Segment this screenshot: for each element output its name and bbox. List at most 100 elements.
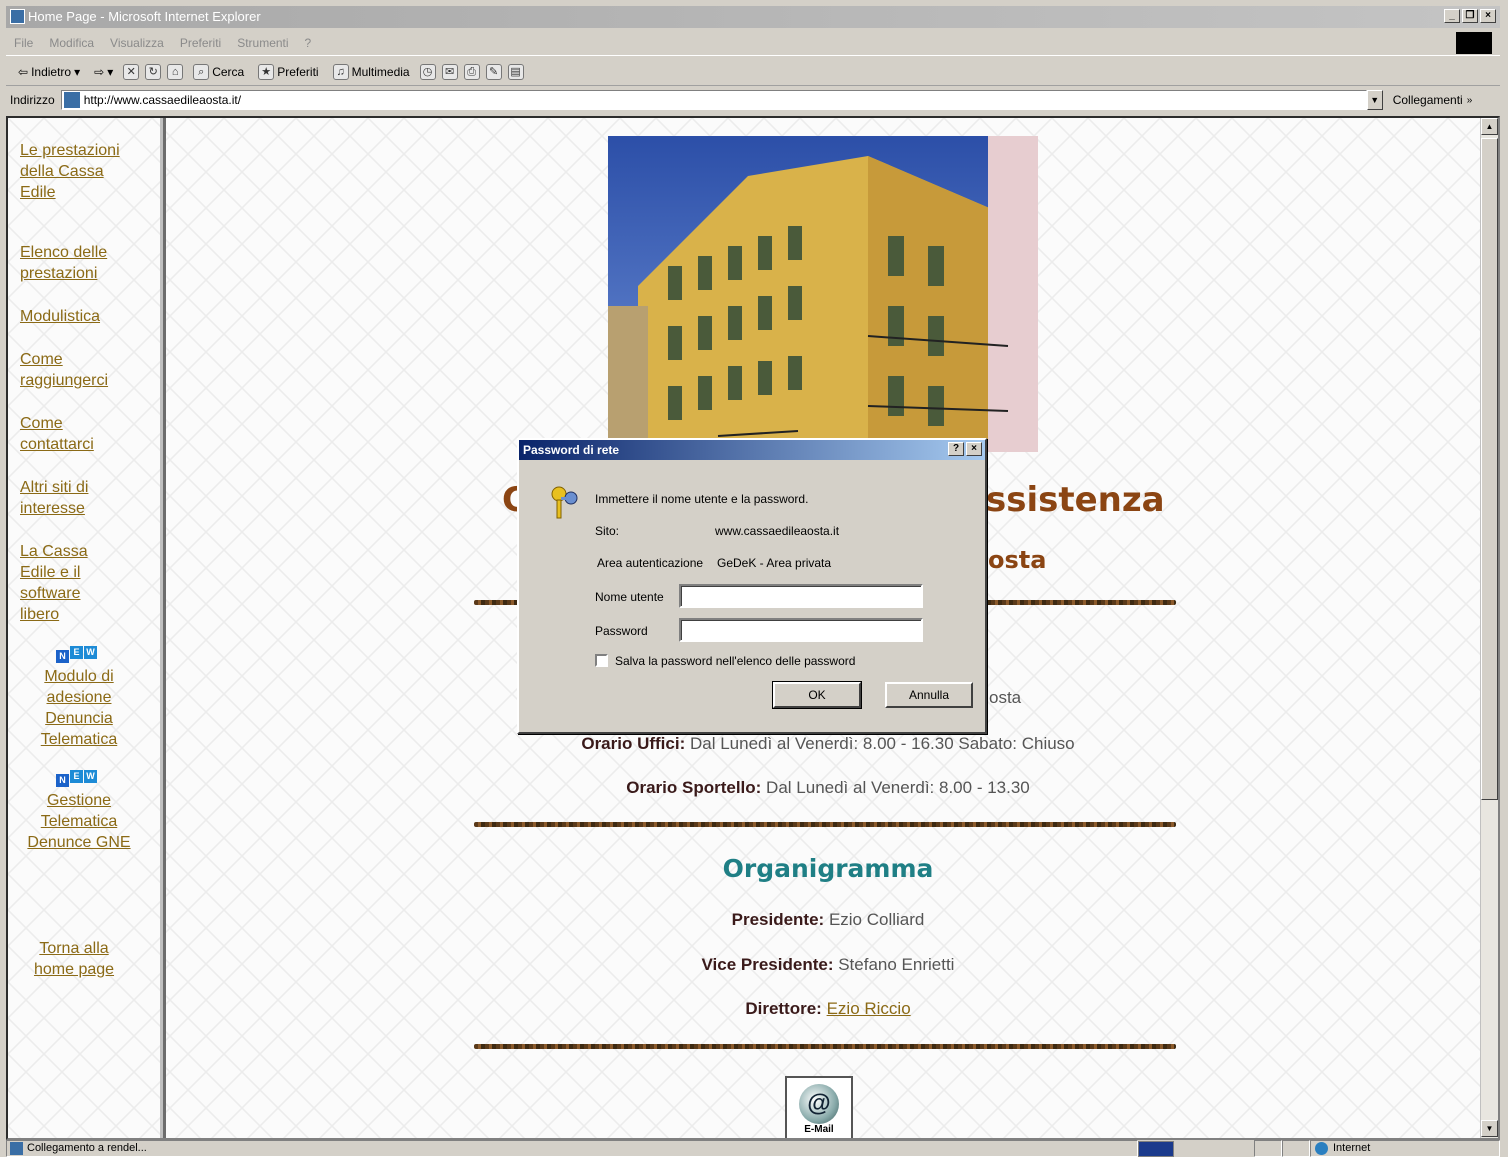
nav-link-modulo-adesione[interactable]: Modulo di adesione Denuncia Telematica xyxy=(24,666,134,750)
page-heading-right: ssistenza xyxy=(986,480,1165,520)
new-badge-icon: NEW xyxy=(56,646,98,663)
close-button[interactable]: × xyxy=(1480,9,1496,23)
menu-bar: File Modifica Visualizza Preferiti Strum… xyxy=(6,30,1500,56)
status-text: Collegamento a rendel... xyxy=(27,1142,147,1154)
cancel-button[interactable]: Annulla xyxy=(885,682,973,708)
favorites-label: Preferiti xyxy=(277,64,319,79)
scroll-up-icon[interactable]: ▲ xyxy=(1481,118,1498,135)
nav-link-elenco-prestazioni[interactable]: Elenco delle prestazioni xyxy=(20,242,130,284)
edit-icon[interactable]: ✎ xyxy=(485,63,502,80)
office-hours: Orario Uffici: Dal Lunedì al Venerdì: 8.… xyxy=(438,734,1218,754)
email-label: E-Mail xyxy=(804,1124,834,1135)
globe-icon xyxy=(1315,1142,1328,1155)
media-button[interactable]: ♫ Multimedia xyxy=(329,63,414,80)
progress-bar xyxy=(1138,1141,1174,1157)
browser-window: Home Page - Microsoft Internet Explorer … xyxy=(0,0,1508,1157)
nav-link-gestione-telematica[interactable]: Gestione Telematica Denunce GNE xyxy=(24,790,134,853)
page-subheading-right: osta xyxy=(988,546,1047,574)
search-label: Cerca xyxy=(212,64,245,79)
nav-link-prestazioni[interactable]: Le prestazioni della Cassa Edile xyxy=(20,140,130,203)
status-text-pane: Collegamento a rendel... xyxy=(6,1140,1138,1157)
realm-value: GeDeK - Area privata xyxy=(717,556,832,570)
menu-modifica[interactable]: Modifica xyxy=(49,36,94,50)
menu-strumenti[interactable]: Strumenti xyxy=(237,36,288,50)
history-icon[interactable]: ◷ xyxy=(419,63,436,80)
chevron-right-icon[interactable]: » xyxy=(1467,95,1473,106)
print-icon[interactable]: ⎙ xyxy=(463,63,480,80)
vice-president-label: Vice Presidente: xyxy=(701,955,834,974)
director-line: Direttore: Ezio Riccio xyxy=(438,999,1218,1019)
forward-arrow-icon: ⇨ xyxy=(94,64,105,79)
username-label: Nome utente xyxy=(595,590,664,604)
ie-app-icon xyxy=(10,9,25,24)
security-zone-pane: Internet xyxy=(1310,1140,1500,1157)
minimize-button[interactable]: _ xyxy=(1444,9,1460,23)
email-button[interactable]: @ E-Mail xyxy=(785,1076,853,1138)
organigramma-title: Organigramma xyxy=(722,854,934,883)
menu-preferiti[interactable]: Preferiti xyxy=(180,36,221,50)
dialog-title: Password di rete xyxy=(523,443,620,457)
refresh-icon[interactable]: ↻ xyxy=(145,63,162,80)
divider-rule xyxy=(474,822,1176,827)
favorites-button[interactable]: ★ Preferiti xyxy=(254,63,322,80)
nav-link-altri-siti[interactable]: Altri siti di interesse xyxy=(20,477,120,519)
nav-link-software-libero[interactable]: La Cassa Edile e il software libero xyxy=(20,541,120,625)
home-icon[interactable]: ⌂ xyxy=(167,63,184,80)
nav-link-come-raggiungerci[interactable]: Come raggiungerci xyxy=(20,349,130,391)
keys-icon xyxy=(551,486,578,519)
back-button[interactable]: ⇦ Indietro ▾ xyxy=(14,65,84,79)
back-label: Indietro xyxy=(31,64,72,79)
building-photo xyxy=(608,136,1038,452)
office-hours-value: Dal Lunedì al Venerdì: 8.00 - 16.30 Saba… xyxy=(685,734,1075,753)
email-at-icon: @ xyxy=(799,1084,839,1124)
scroll-thumb[interactable] xyxy=(1481,138,1498,800)
dialog-title-bar: Password di rete ? × xyxy=(519,440,985,460)
stop-icon[interactable]: ✕ xyxy=(123,63,140,80)
address-bar: Indirizzo http://www.cassaedileaosta.it/… xyxy=(6,88,1500,112)
vice-president-value: Stefano Enrietti xyxy=(833,955,955,974)
search-icon: ⌕ xyxy=(193,63,210,80)
nav-link-home[interactable]: Torna alla home page xyxy=(24,938,124,980)
nav-link-come-contattarci[interactable]: Come contattarci xyxy=(20,413,120,455)
dialog-prompt: Immettere il nome utente e la password. xyxy=(595,492,809,506)
left-nav-frame: Le prestazioni della Cassa Edile Elenco … xyxy=(8,118,166,1138)
president-label: Presidente: xyxy=(731,910,825,929)
director-link[interactable]: Ezio Riccio xyxy=(827,999,911,1018)
scroll-down-icon[interactable]: ▼ xyxy=(1481,1120,1498,1137)
desk-hours: Orario Sportello: Dal Lunedì al Venerdì:… xyxy=(438,778,1218,798)
back-arrow-icon: ⇦ xyxy=(18,64,29,79)
address-text-tail: osta xyxy=(989,688,1022,707)
vertical-scrollbar[interactable]: ▲ ▼ xyxy=(1480,118,1498,1138)
dialog-help-button[interactable]: ? xyxy=(948,442,964,456)
links-toolbar[interactable]: Collegamenti xyxy=(1393,93,1463,107)
username-field[interactable] xyxy=(679,584,923,608)
menu-visualizza[interactable]: Visualizza xyxy=(110,36,164,50)
discuss-icon[interactable]: ▤ xyxy=(507,63,524,80)
dialog-close-button[interactable]: × xyxy=(966,442,982,456)
forward-button[interactable]: ⇨ ▾ xyxy=(90,65,117,79)
address-dropdown-button[interactable]: ▼ xyxy=(1366,90,1383,110)
favorites-icon: ★ xyxy=(258,63,275,80)
address-label: Indirizzo xyxy=(10,93,55,107)
password-dialog: Password di rete ? × Immettere il nome u… xyxy=(517,438,987,734)
menu-file[interactable]: File xyxy=(14,36,33,50)
nav-link-modulistica[interactable]: Modulistica xyxy=(20,306,130,327)
search-button[interactable]: ⌕ Cerca xyxy=(189,63,248,80)
ok-button[interactable]: OK xyxy=(772,681,862,709)
site-value: www.cassaedileaosta.it xyxy=(715,524,840,538)
save-password-checkbox[interactable] xyxy=(595,654,608,667)
status-pane xyxy=(1254,1140,1282,1157)
password-field[interactable] xyxy=(679,618,923,642)
realm-label: Area autenticazione xyxy=(597,556,704,570)
menu-help[interactable]: ? xyxy=(305,36,312,50)
windows-logo-icon xyxy=(1456,32,1492,54)
mail-icon[interactable]: ✉ xyxy=(441,63,458,80)
president-value: Ezio Colliard xyxy=(824,910,925,929)
window-title: Home Page - Microsoft Internet Explorer xyxy=(28,9,261,24)
address-input[interactable]: http://www.cassaedileaosta.it/ xyxy=(60,90,1367,110)
director-label: Direttore: xyxy=(745,999,822,1018)
maximize-button[interactable]: ❐ xyxy=(1462,9,1478,23)
title-bar: Home Page - Microsoft Internet Explorer … xyxy=(6,6,1500,28)
site-label: Sito: xyxy=(595,524,620,538)
status-bar: Collegamento a rendel... Internet xyxy=(6,1140,1500,1157)
